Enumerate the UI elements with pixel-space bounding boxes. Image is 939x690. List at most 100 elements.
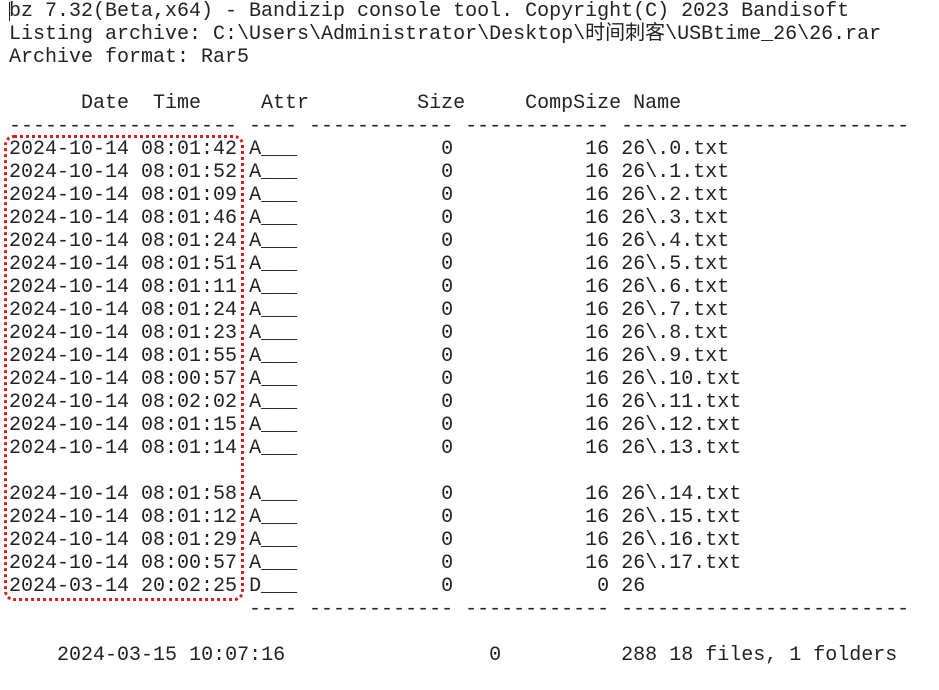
row-date: 2024-10-14 [9, 391, 130, 414]
row-attr: A___ [249, 299, 298, 322]
row-time: 08:01:52 [141, 161, 238, 184]
row-attr: A___ [249, 529, 298, 552]
row-time: 08:01:51 [141, 253, 238, 276]
row-size: 0 [441, 506, 454, 529]
row-compsize: 16 [585, 161, 610, 184]
row-time: 08:01:14 [141, 437, 238, 460]
row-date: 2024-10-14 [9, 506, 130, 529]
row-attr: A___ [249, 552, 298, 575]
file-row: 2024-10-14 08:01:58 A___ 0 16 26\.14.txt [9, 483, 741, 506]
file-row: 2024-10-14 08:02:02 A___ 0 16 26\.11.txt [9, 391, 741, 414]
row-compsize: 16 [585, 483, 610, 506]
row-size: 0 [441, 138, 454, 161]
row-name: 26\.14.txt [621, 483, 742, 506]
row-date: 2024-10-14 [9, 437, 130, 460]
file-row: 2024-10-14 08:01:24 A___ 0 16 26\.7.txt [9, 299, 729, 322]
row-name: 26\.17.txt [621, 552, 742, 575]
row-time: 08:01:11 [141, 276, 238, 299]
row-date: 2024-10-14 [9, 529, 130, 552]
summary-compsize: 288 [621, 644, 658, 667]
row-name: 26\.8.txt [621, 322, 730, 345]
footer-separator-line: ---- ------------ ------------ ---------… [9, 598, 910, 621]
row-name: 26\.1.txt [621, 161, 730, 184]
row-size: 0 [441, 414, 454, 437]
row-date: 2024-10-14 [9, 414, 130, 437]
row-compsize: 16 [585, 368, 610, 391]
row-name: 26\.2.txt [621, 184, 730, 207]
row-date: 2024-10-14 [9, 207, 130, 230]
row-attr: A___ [249, 207, 298, 230]
row-size: 0 [441, 575, 454, 598]
row-time: 08:01:24 [141, 230, 238, 253]
row-name: 26\.0.txt [621, 138, 730, 161]
row-date: 2024-10-14 [9, 230, 130, 253]
file-row: 2024-10-14 08:00:57 A___ 0 16 26\.17.txt [9, 552, 741, 575]
console-window: { "header": { "title_line": "bz 7.32(Bet… [0, 0, 939, 667]
row-size: 0 [441, 230, 454, 253]
row-time: 20:02:25 [141, 575, 238, 598]
column-header-line: Date Time Attr Size CompSize Name [9, 92, 682, 115]
row-time: 08:01:58 [141, 483, 238, 506]
row-time: 08:01:23 [141, 322, 238, 345]
row-size: 0 [441, 253, 454, 276]
row-date: 2024-10-14 [9, 368, 130, 391]
row-attr: A___ [249, 437, 298, 460]
format-line: Archive format: Rar5 [9, 46, 250, 69]
file-row: 2024-10-14 08:00:57 A___ 0 16 26\.10.txt [9, 368, 741, 391]
row-compsize: 16 [585, 322, 610, 345]
row-name: 26\.9.txt [621, 345, 730, 368]
row-date: 2024-10-14 [9, 276, 130, 299]
file-row: 2024-03-14 20:02:25 D___ 0 0 26 [9, 575, 645, 598]
row-date: 2024-10-14 [9, 483, 130, 506]
row-name: 26\.3.txt [621, 207, 730, 230]
row-size: 0 [441, 322, 454, 345]
file-row: 2024-10-14 08:01:55 A___ 0 16 26\.9.txt [9, 345, 729, 368]
row-size: 0 [441, 161, 454, 184]
row-time: 08:01:46 [141, 207, 238, 230]
column-separator-line: ------------------- ---- ------------ --… [9, 115, 910, 138]
row-compsize: 16 [585, 184, 610, 207]
row-compsize: 16 [585, 391, 610, 414]
row-size: 0 [441, 368, 454, 391]
row-attr: A___ [249, 414, 298, 437]
row-time: 08:00:57 [141, 368, 238, 391]
row-size: 0 [441, 184, 454, 207]
row-compsize: 16 [585, 345, 610, 368]
row-name: 26\.15.txt [621, 506, 742, 529]
row-date: 2024-10-14 [9, 184, 130, 207]
row-attr: A___ [249, 253, 298, 276]
row-compsize: 16 [585, 299, 610, 322]
file-row: 2024-10-14 08:01:52 A___ 0 16 26\.1.txt [9, 161, 729, 184]
row-name: 26\.12.txt [621, 414, 742, 437]
row-attr: A___ [249, 506, 298, 529]
row-compsize: 16 [585, 529, 610, 552]
row-name: 26 [621, 575, 646, 598]
summary-time: 10:07:16 [189, 644, 286, 667]
file-row: 2024-10-14 08:01:14 A___ 0 16 26\.13.txt [9, 437, 741, 460]
row-compsize: 16 [585, 253, 610, 276]
text-cursor [9, 2, 10, 21]
row-attr: A___ [249, 184, 298, 207]
row-date: 2024-10-14 [9, 552, 130, 575]
row-date: 2024-10-14 [9, 161, 130, 184]
row-time: 08:01:12 [141, 506, 238, 529]
row-time: 08:02:02 [141, 391, 238, 414]
row-attr: A___ [249, 345, 298, 368]
summary-date: 2024-03-15 [57, 644, 178, 667]
row-name: 26\.4.txt [621, 230, 730, 253]
file-row: 2024-10-14 08:01:42 A___ 0 16 26\.0.txt [9, 138, 729, 161]
row-attr: D___ [249, 575, 298, 598]
row-attr: A___ [249, 161, 298, 184]
row-compsize: 16 [585, 207, 610, 230]
row-name: 26\.16.txt [621, 529, 742, 552]
row-size: 0 [441, 391, 454, 414]
row-size: 0 [441, 437, 454, 460]
row-compsize: 0 [597, 575, 610, 598]
row-name: 26\.7.txt [621, 299, 730, 322]
row-compsize: 16 [585, 276, 610, 299]
file-row: 2024-10-14 08:01:29 A___ 0 16 26\.16.txt [9, 529, 741, 552]
file-row: 2024-10-14 08:01:46 A___ 0 16 26\.3.txt [9, 207, 729, 230]
row-attr: A___ [249, 230, 298, 253]
row-size: 0 [441, 276, 454, 299]
row-compsize: 16 [585, 506, 610, 529]
